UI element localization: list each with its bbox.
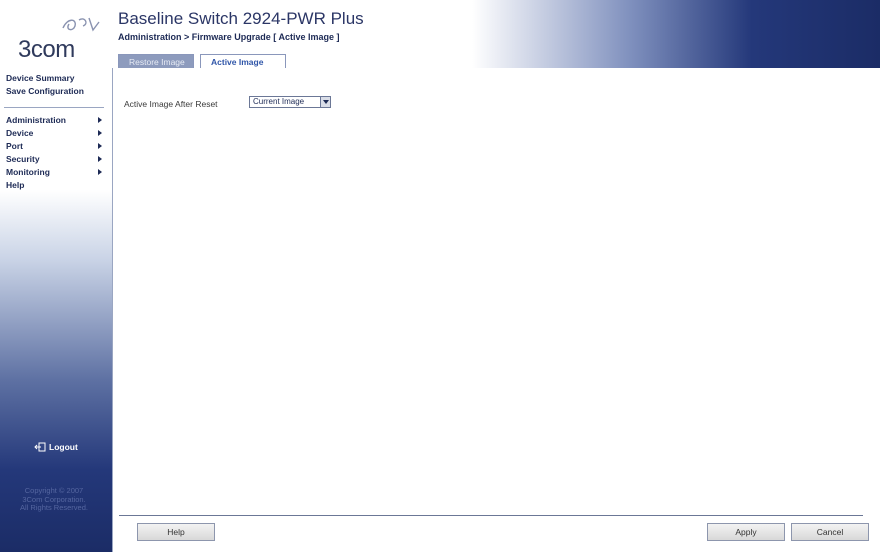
- chevron-right-icon: [98, 117, 102, 123]
- sidebar-item-label: Port: [6, 141, 23, 151]
- chevron-right-icon: [98, 156, 102, 162]
- logout-button[interactable]: Logout: [34, 442, 78, 452]
- sidebar-item-help[interactable]: Help: [6, 180, 104, 191]
- header: Baseline Switch 2924-PWR Plus Administra…: [112, 0, 880, 69]
- page-title: Baseline Switch 2924-PWR Plus: [118, 9, 364, 28]
- main-content: Active Image After Reset Current Image H…: [112, 68, 880, 552]
- active-image-after-reset-label: Active Image After Reset: [124, 99, 218, 109]
- 3com-logo: 3com: [8, 6, 108, 66]
- tab-restore-image[interactable]: Restore Image: [118, 54, 194, 68]
- active-image-select-value: Current Image: [253, 97, 305, 106]
- sidebar-divider: [4, 107, 104, 108]
- sidebar-item-label: Administration: [6, 115, 66, 125]
- sidebar-item-security[interactable]: Security: [6, 154, 104, 165]
- breadcrumb: Administration > Firmware Upgrade [ Acti…: [118, 32, 340, 42]
- copyright-line: All Rights Reserved.: [20, 503, 88, 512]
- sidebar-item-label: Help: [6, 180, 25, 190]
- sidebar-item-label: Monitoring: [6, 167, 50, 177]
- sidebar-item-label: Security: [6, 154, 40, 164]
- logout-label: Logout: [49, 442, 78, 452]
- sidebar-item-administration[interactable]: Administration: [6, 115, 104, 126]
- sidebar-item-monitoring[interactable]: Monitoring: [6, 167, 104, 178]
- sidebar: 3com Device Summary Save Configuration A…: [0, 0, 112, 552]
- logout-icon: [34, 442, 46, 452]
- chevron-right-icon: [98, 130, 102, 136]
- logo-text: 3com: [18, 36, 75, 63]
- sidebar-item-label: Device: [6, 128, 34, 138]
- chevron-down-icon[interactable]: [320, 97, 330, 107]
- chevron-right-icon: [98, 143, 102, 149]
- active-image-select[interactable]: Current Image: [249, 96, 331, 108]
- sidebar-item-device[interactable]: Device: [6, 128, 104, 139]
- apply-button[interactable]: Apply: [707, 523, 785, 541]
- sidebar-item-port[interactable]: Port: [6, 141, 104, 152]
- sidebar-link-device-summary[interactable]: Device Summary: [6, 73, 75, 83]
- tab-active-image[interactable]: Active Image: [200, 54, 286, 69]
- footer-divider: [119, 515, 863, 516]
- copyright-notice: Copyright © 2007 3Com Corporation. All R…: [4, 486, 104, 513]
- chevron-right-icon: [98, 169, 102, 175]
- cancel-button[interactable]: Cancel: [791, 523, 869, 541]
- sidebar-link-save-configuration[interactable]: Save Configuration: [6, 86, 84, 96]
- help-button[interactable]: Help: [137, 523, 215, 541]
- logo-mark-icon: [62, 17, 100, 32]
